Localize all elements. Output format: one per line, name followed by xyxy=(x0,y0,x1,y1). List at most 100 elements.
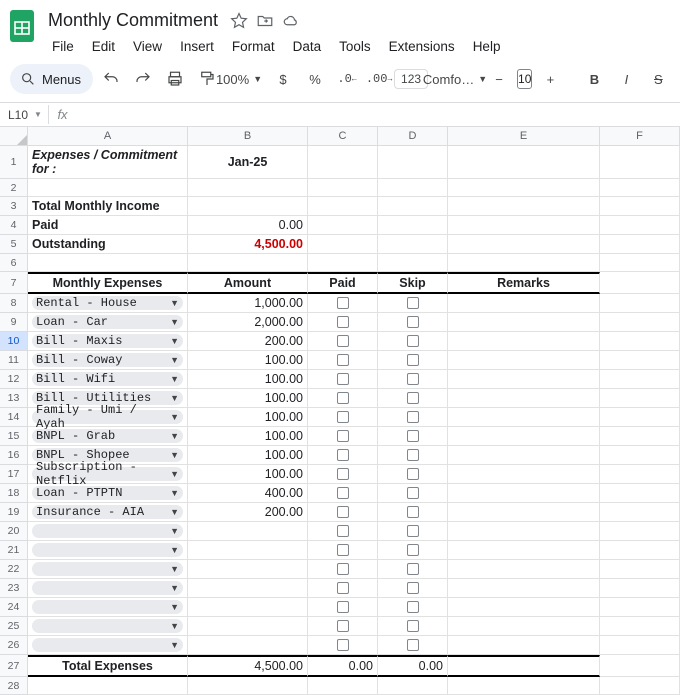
menu-help[interactable]: Help xyxy=(465,35,509,58)
expense-dropdown[interactable]: ▼ xyxy=(28,617,188,636)
checkbox-cell[interactable] xyxy=(378,408,448,427)
checkbox-cell[interactable] xyxy=(308,408,378,427)
expense-dropdown[interactable]: Insurance - AIA▼ xyxy=(28,503,188,522)
remarks-cell[interactable] xyxy=(448,484,600,503)
select-all-corner[interactable] xyxy=(0,127,28,146)
row-header[interactable]: 21 xyxy=(0,541,28,560)
col-header[interactable]: D xyxy=(378,127,448,146)
checkbox-cell[interactable] xyxy=(378,465,448,484)
checkbox-cell[interactable] xyxy=(378,579,448,598)
more-formats-button[interactable]: 123 xyxy=(397,65,425,93)
percent-button[interactable]: % xyxy=(301,65,329,93)
checkbox-cell[interactable] xyxy=(378,617,448,636)
row-header[interactable]: 12 xyxy=(0,370,28,389)
expense-dropdown[interactable]: Rental - House▼ xyxy=(28,294,188,313)
remarks-cell[interactable] xyxy=(448,389,600,408)
checkbox-cell[interactable] xyxy=(378,598,448,617)
row-header[interactable]: 20 xyxy=(0,522,28,541)
remarks-cell[interactable] xyxy=(448,332,600,351)
row-header[interactable]: 17 xyxy=(0,465,28,484)
expense-dropdown[interactable]: Bill - Coway▼ xyxy=(28,351,188,370)
print-button[interactable] xyxy=(161,65,189,93)
row-header[interactable]: 18 xyxy=(0,484,28,503)
row-header[interactable]: 10 xyxy=(0,332,28,351)
row-header[interactable]: 5 xyxy=(0,235,28,254)
checkbox-cell[interactable] xyxy=(378,541,448,560)
checkbox-cell[interactable] xyxy=(378,332,448,351)
remarks-cell[interactable] xyxy=(448,465,600,484)
expense-dropdown[interactable]: ▼ xyxy=(28,560,188,579)
checkbox-cell[interactable] xyxy=(308,541,378,560)
remarks-cell[interactable] xyxy=(448,598,600,617)
checkbox-cell[interactable] xyxy=(308,579,378,598)
checkbox-cell[interactable] xyxy=(378,522,448,541)
checkbox-cell[interactable] xyxy=(378,351,448,370)
checkbox-cell[interactable] xyxy=(308,427,378,446)
sheets-logo[interactable] xyxy=(8,8,36,44)
menu-file[interactable]: File xyxy=(44,35,82,58)
expense-dropdown[interactable]: ▼ xyxy=(28,579,188,598)
checkbox-cell[interactable] xyxy=(308,294,378,313)
remarks-cell[interactable] xyxy=(448,446,600,465)
menus-search[interactable]: Menus xyxy=(10,64,93,94)
expense-dropdown[interactable]: ▼ xyxy=(28,598,188,617)
row-header[interactable]: 22 xyxy=(0,560,28,579)
remarks-cell[interactable] xyxy=(448,636,600,655)
remarks-cell[interactable] xyxy=(448,370,600,389)
expense-dropdown[interactable]: Family - Umi / Ayah▼ xyxy=(28,408,188,427)
expense-dropdown[interactable]: ▼ xyxy=(28,636,188,655)
row-header[interactable]: 26 xyxy=(0,636,28,655)
name-box[interactable]: L10▼ xyxy=(0,108,48,122)
row-header[interactable]: 6 xyxy=(0,254,28,272)
checkbox-cell[interactable] xyxy=(378,636,448,655)
doc-title[interactable]: Monthly Commitment xyxy=(44,8,222,33)
increase-font-size[interactable]: + xyxy=(536,65,564,93)
row-header[interactable]: 7 xyxy=(0,272,28,294)
checkbox-cell[interactable] xyxy=(308,560,378,579)
col-header[interactable]: B xyxy=(188,127,308,146)
menu-edit[interactable]: Edit xyxy=(84,35,123,58)
checkbox-cell[interactable] xyxy=(308,636,378,655)
bold-button[interactable]: B xyxy=(580,65,608,93)
checkbox-cell[interactable] xyxy=(378,294,448,313)
remarks-cell[interactable] xyxy=(448,522,600,541)
remarks-cell[interactable] xyxy=(448,617,600,636)
menu-insert[interactable]: Insert xyxy=(172,35,222,58)
remarks-cell[interactable] xyxy=(448,313,600,332)
checkbox-cell[interactable] xyxy=(308,389,378,408)
checkbox-cell[interactable] xyxy=(308,522,378,541)
formula-bar[interactable] xyxy=(76,103,680,126)
col-header[interactable]: A xyxy=(28,127,188,146)
row-header[interactable]: 19 xyxy=(0,503,28,522)
expense-dropdown[interactable]: ▼ xyxy=(28,541,188,560)
zoom-select[interactable]: 100%▼ xyxy=(225,65,253,93)
row-header[interactable]: 24 xyxy=(0,598,28,617)
checkbox-cell[interactable] xyxy=(378,389,448,408)
remarks-cell[interactable] xyxy=(448,408,600,427)
expense-dropdown[interactable]: Subscription - Netflix▼ xyxy=(28,465,188,484)
col-header[interactable]: C xyxy=(308,127,378,146)
checkbox-cell[interactable] xyxy=(308,370,378,389)
checkbox-cell[interactable] xyxy=(378,484,448,503)
decrease-font-size[interactable]: − xyxy=(485,65,513,93)
row-header[interactable]: 1 xyxy=(0,146,28,179)
checkbox-cell[interactable] xyxy=(378,560,448,579)
italic-button[interactable]: I xyxy=(612,65,640,93)
col-header[interactable]: E xyxy=(448,127,600,146)
checkbox-cell[interactable] xyxy=(308,617,378,636)
checkbox-cell[interactable] xyxy=(378,427,448,446)
expense-dropdown[interactable]: Loan - Car▼ xyxy=(28,313,188,332)
row-header[interactable]: 25 xyxy=(0,617,28,636)
row-header[interactable]: 11 xyxy=(0,351,28,370)
row-header[interactable]: 13 xyxy=(0,389,28,408)
strikethrough-button[interactable]: S xyxy=(644,65,672,93)
row-header[interactable]: 3 xyxy=(0,197,28,216)
expense-dropdown[interactable]: Loan - PTPTN▼ xyxy=(28,484,188,503)
row-header[interactable]: 16 xyxy=(0,446,28,465)
remarks-cell[interactable] xyxy=(448,294,600,313)
checkbox-cell[interactable] xyxy=(308,598,378,617)
checkbox-cell[interactable] xyxy=(308,351,378,370)
checkbox-cell[interactable] xyxy=(308,313,378,332)
remarks-cell[interactable] xyxy=(448,503,600,522)
row-header[interactable]: 2 xyxy=(0,179,28,197)
